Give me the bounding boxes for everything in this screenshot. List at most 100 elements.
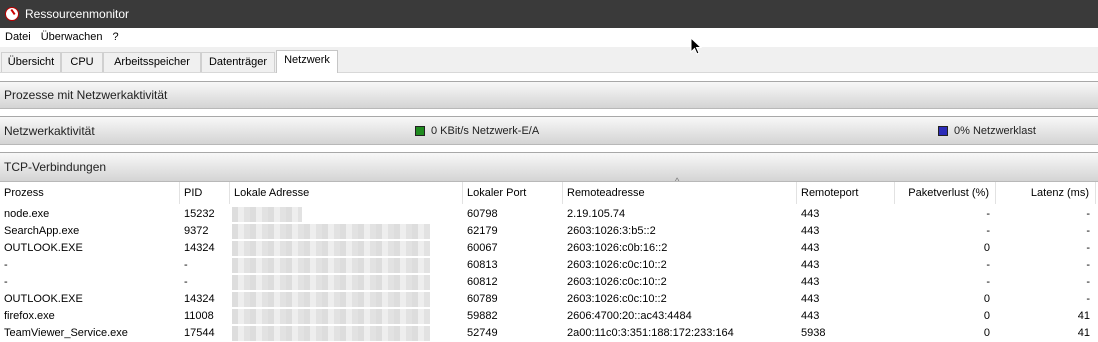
cell-process: firefox.exe — [4, 310, 55, 322]
section-processes-header[interactable]: Prozesse mit Netzwerkaktivität — [0, 81, 1098, 109]
redacted-local-address — [232, 275, 430, 290]
cell-latency: - — [1086, 225, 1090, 237]
cell-process: - — [4, 259, 8, 271]
column-header-local-address[interactable]: Lokale Adresse — [230, 182, 463, 204]
cell-pid: 14324 — [184, 293, 215, 305]
redacted-local-address — [232, 326, 430, 341]
cell-remote-port: 443 — [801, 293, 820, 305]
network-load-stat: 0% Netzwerklast — [954, 125, 1036, 137]
redacted-local-address — [232, 224, 430, 239]
table-row[interactable]: SearchApp.exe 9372 62179 2603:1026:3:b5:… — [0, 223, 1098, 240]
cell-remote-address: 2603:1026:c0c:10::2 — [567, 276, 667, 288]
cell-process: SearchApp.exe — [4, 225, 80, 237]
cell-process: OUTLOOK.EXE — [4, 293, 83, 305]
redacted-local-address — [232, 241, 430, 256]
redacted-local-address — [232, 258, 430, 273]
cell-remote-port: 443 — [801, 310, 820, 322]
cell-latency: - — [1086, 276, 1090, 288]
cell-packet-loss: 0 — [983, 293, 990, 305]
cell-pid: 15232 — [184, 208, 215, 220]
cell-packet-loss: - — [986, 208, 990, 220]
column-header-pid[interactable]: PID — [180, 182, 230, 204]
table-row[interactable]: - - 60813 2603:1026:c0c:10::2 443 - - — [0, 257, 1098, 274]
cell-pid: 14324 — [184, 242, 215, 254]
network-io-stat: 0 KBit/s Netzwerk-E/A — [431, 125, 540, 137]
menu-help[interactable]: ? — [107, 28, 123, 47]
cell-packet-loss: - — [986, 276, 990, 288]
tab-cpu[interactable]: CPU — [61, 52, 103, 72]
tab-arbeitsspeicher[interactable]: Arbeitsspeicher — [103, 52, 201, 72]
cell-local-port: 60813 — [467, 259, 498, 271]
column-header-remote-address[interactable]: Remoteadresse — [563, 182, 797, 204]
cell-latency: - — [1086, 259, 1090, 271]
table-row[interactable]: OUTLOOK.EXE 14324 60789 2603:1026:c0c:10… — [0, 291, 1098, 308]
column-header-remote-port[interactable]: Remoteport — [797, 182, 895, 204]
cell-local-port: 60067 — [467, 242, 498, 254]
cell-pid: - — [184, 276, 188, 288]
cell-remote-address: 2603:1026:3:b5::2 — [567, 225, 656, 237]
cell-remote-port: 443 — [801, 259, 820, 271]
cell-latency: 41 — [1077, 310, 1090, 322]
cell-remote-port: 443 — [801, 276, 820, 288]
cell-remote-address: 2.19.105.74 — [567, 208, 626, 220]
section-activity-title: Netzwerkaktivität — [4, 123, 95, 138]
section-tcp-title: TCP-Verbindungen — [4, 160, 107, 174]
cell-packet-loss: 0 — [983, 327, 990, 339]
cell-remote-port: 443 — [801, 242, 820, 254]
column-header-process[interactable]: Prozess — [0, 182, 180, 204]
column-header-local-port[interactable]: Lokaler Port — [463, 182, 563, 204]
menu-bar: Datei Überwachen ? — [0, 28, 1098, 47]
cell-remote-address: 2603:1026:c0c:10::2 — [567, 293, 667, 305]
cell-pid: 9372 — [184, 225, 209, 237]
cell-latency: - — [1086, 293, 1090, 305]
redacted-local-address — [232, 292, 430, 307]
table-row[interactable]: OUTLOOK.EXE 14324 60067 2603:1026:c0b:16… — [0, 240, 1098, 257]
tab-netzwerk[interactable]: Netzwerk — [276, 50, 338, 73]
cell-process: OUTLOOK.EXE — [4, 242, 83, 254]
cell-remote-port: 443 — [801, 208, 820, 220]
window-title: Ressourcenmonitor — [25, 7, 130, 21]
cell-latency: - — [1086, 208, 1090, 220]
cell-local-port: 60812 — [467, 276, 498, 288]
cell-remote-port: 443 — [801, 225, 820, 237]
table-row[interactable]: node.exe 15232 60798 2.19.105.74 443 - - — [0, 206, 1098, 223]
section-tcp-header[interactable]: TCP-Verbindungen — [0, 152, 1098, 182]
cell-local-port: 60798 — [467, 208, 498, 220]
table-row[interactable]: - - 60812 2603:1026:c0c:10::2 443 - - — [0, 274, 1098, 291]
cell-local-port: 52749 — [467, 327, 498, 339]
cell-latency: - — [1086, 242, 1090, 254]
redacted-local-address — [232, 207, 302, 222]
cell-local-port: 60789 — [467, 293, 498, 305]
cell-pid: - — [184, 259, 188, 271]
section-activity-header[interactable]: Netzwerkaktivität 0 KBit/s Netzwerk-E/A … — [0, 116, 1098, 145]
title-bar: Ressourcenmonitor — [0, 0, 1098, 28]
section-processes-title: Prozesse mit Netzwerkaktivität — [4, 88, 168, 102]
cell-remote-port: 5938 — [801, 327, 826, 339]
cell-packet-loss: 0 — [983, 310, 990, 322]
column-header-latency[interactable]: Latenz (ms) — [996, 182, 1096, 204]
tab-bar: Übersicht CPU Arbeitsspeicher Datenträge… — [0, 47, 1098, 73]
cell-remote-address: 2603:1026:c0c:10::2 — [567, 259, 667, 271]
cell-pid: 17544 — [184, 327, 215, 339]
tab-uebersicht[interactable]: Übersicht — [1, 52, 61, 72]
cell-packet-loss: - — [986, 259, 990, 271]
cell-local-port: 62179 — [467, 225, 498, 237]
menu-ueberwachen[interactable]: Überwachen — [36, 28, 108, 47]
cell-process: TeamViewer_Service.exe — [4, 327, 128, 339]
cell-latency: 41 — [1077, 327, 1090, 339]
cell-remote-address: 2606:4700:20::ac43:4484 — [567, 310, 692, 322]
network-load-color-icon — [938, 126, 948, 136]
cell-local-port: 59882 — [467, 310, 498, 322]
tab-datentraeger[interactable]: Datenträger — [201, 52, 275, 72]
cell-remote-address: 2603:1026:c0b:16::2 — [567, 242, 668, 254]
column-header-packet-loss[interactable]: Paketverlust (%) — [895, 182, 996, 204]
cell-remote-address: 2a00:11c0:3:351:188:172:233:164 — [567, 327, 734, 339]
cell-packet-loss: 0 — [983, 242, 990, 254]
table-row[interactable]: TeamViewer_Service.exe 17544 52749 2a00:… — [0, 325, 1098, 342]
cell-pid: 11008 — [184, 310, 214, 322]
cell-process: node.exe — [4, 208, 50, 220]
menu-datei[interactable]: Datei — [0, 28, 36, 47]
table-row[interactable]: firefox.exe 11008 59882 2606:4700:20::ac… — [0, 308, 1098, 325]
cell-process: - — [4, 276, 8, 288]
cell-packet-loss: - — [986, 225, 990, 237]
